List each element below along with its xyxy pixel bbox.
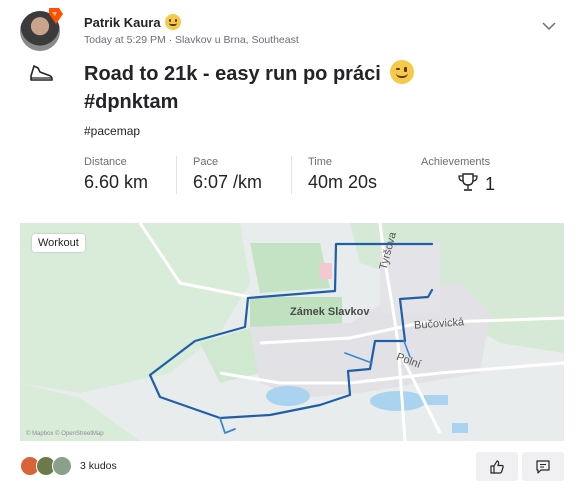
- activity-meta: Today at 5:29 PM · Slavkov u Brna, South…: [84, 34, 299, 46]
- kudos-avatars[interactable]: [20, 456, 76, 476]
- athlete-name-text[interactable]: Patrik Kaura: [84, 15, 161, 30]
- activity-stats: Distance 6.60 km Pace 6:07 /km Time 40m …: [84, 156, 514, 196]
- avatar[interactable]: [20, 8, 63, 51]
- subscriber-badge-icon: [49, 8, 63, 24]
- shoe-icon: [30, 65, 53, 81]
- stat-pace: Pace 6:07 /km: [176, 156, 292, 194]
- activity-title[interactable]: Road to 21k - easy run po práci #dpnktam: [84, 60, 464, 116]
- stat-value-row: 1: [421, 172, 515, 195]
- stat-label: Time: [308, 156, 333, 168]
- stat-value: 6.60 km: [84, 172, 149, 192]
- wink-emoji-icon: [390, 60, 415, 84]
- map-canvas: [20, 223, 564, 441]
- workout-tag: Workout: [32, 234, 85, 252]
- thumbs-up-icon: [490, 459, 504, 474]
- stat-distance: Distance 6.60 km: [84, 156, 176, 194]
- stat-time: Time 40m 20s: [291, 156, 411, 194]
- yum-emoji-icon: [164, 14, 181, 30]
- comment-icon: [536, 459, 550, 474]
- stat-value: 6:07 /km: [193, 172, 263, 192]
- kudos-count[interactable]: 3 kudos: [80, 460, 117, 472]
- activity-title-text[interactable]: Road to 21k - easy run po práci: [84, 63, 381, 85]
- kudos-button[interactable]: [476, 452, 518, 481]
- stat-label: Distance: [84, 156, 127, 168]
- comment-button[interactable]: [522, 452, 564, 481]
- chevron-down-icon[interactable]: [541, 18, 557, 34]
- stat-achievements[interactable]: Achievements 1: [421, 156, 515, 194]
- athlete-name[interactable]: Patrik Kaura: [84, 14, 181, 30]
- map-attribution[interactable]: © Mapbox © OpenStreetMap: [26, 431, 104, 437]
- stat-value: 40m 20s: [308, 172, 378, 192]
- avatar[interactable]: [52, 456, 72, 476]
- activity-title-tag[interactable]: #dpnktam: [84, 91, 178, 113]
- stat-label: Pace: [193, 156, 219, 168]
- trophy-icon: [458, 173, 478, 191]
- route-map[interactable]: Workout Zámek Slavkov Tyršova Bučovická …: [20, 223, 564, 441]
- stat-label: Achievements: [421, 156, 491, 168]
- map-label-castle: Zámek Slavkov: [290, 306, 370, 318]
- achievement-count: 1: [485, 174, 496, 194]
- activity-description: #pacemap: [84, 124, 141, 138]
